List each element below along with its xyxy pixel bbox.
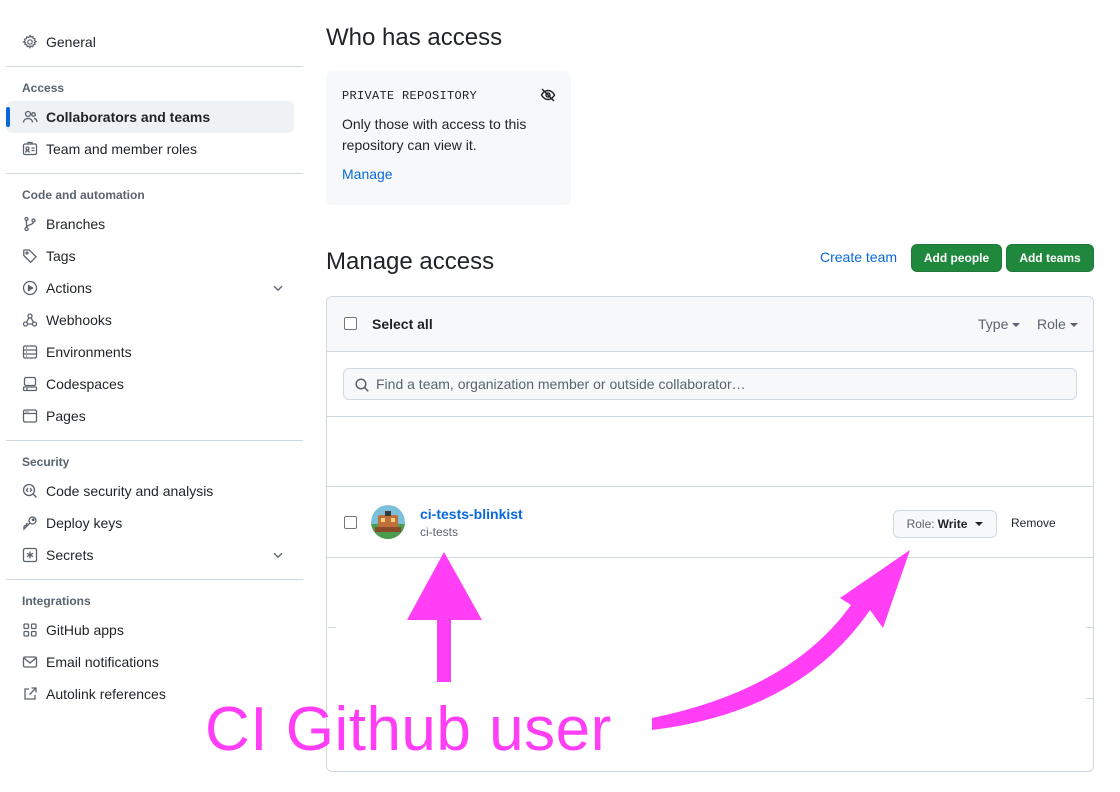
- sidebar-item-codespaces[interactable]: Codespaces: [6, 368, 303, 400]
- sidebar-item-label: Codespaces: [46, 376, 124, 392]
- group-title-security: Security: [22, 455, 70, 469]
- section-title: Manage access: [326, 248, 495, 275]
- webhook-icon: [22, 312, 38, 328]
- gear-icon: [22, 34, 38, 50]
- create-team-link[interactable]: Create team: [820, 249, 897, 265]
- role-dropdown-button[interactable]: Role: Write: [893, 510, 997, 538]
- codespaces-icon: [22, 376, 38, 392]
- visibility-description: Only those with access to this repositor…: [342, 116, 527, 153]
- sidebar-item-email-notifications[interactable]: Email notifications: [6, 646, 303, 678]
- eye-closed-icon: [540, 88, 556, 102]
- empty-row: [327, 417, 1093, 487]
- select-all-checkbox[interactable]: [344, 317, 357, 330]
- sidebar-item-collaborators-and-teams[interactable]: Collaborators and teams: [6, 101, 294, 133]
- key-icon: [22, 515, 38, 531]
- settings-sidebar: General Access Collaborators and teams T…: [6, 26, 303, 710]
- member-name-link[interactable]: ci-tests-blinkist: [420, 506, 523, 522]
- search-icon: [355, 378, 369, 392]
- remove-member-button[interactable]: Remove: [1011, 516, 1056, 530]
- server-icon: [22, 344, 38, 360]
- id-badge-icon: [22, 141, 38, 157]
- people-icon: [22, 109, 38, 125]
- member-row: ci-tests-blinkist ci-tests Role: Write Re…: [327, 487, 1093, 558]
- sidebar-item-label: Pages: [46, 408, 86, 424]
- sidebar-item-label: Deploy keys: [46, 515, 123, 531]
- play-icon: [22, 280, 38, 296]
- search-placeholder: Find a team, organization member or outs…: [376, 376, 746, 392]
- search-row: Find a team, organization member or outs…: [327, 352, 1093, 417]
- sidebar-item-pages[interactable]: Pages: [6, 400, 303, 432]
- group-title-integrations: Integrations: [22, 594, 91, 608]
- group-title-access: Access: [22, 81, 65, 95]
- sidebar-item-label: Webhooks: [46, 312, 112, 328]
- tag-icon: [22, 248, 38, 264]
- divider: [1086, 627, 1094, 628]
- type-filter-dropdown[interactable]: Type: [978, 316, 1021, 332]
- sidebar-item-webhooks[interactable]: Webhooks: [6, 304, 303, 336]
- search-input[interactable]: Find a team, organization member or outs…: [343, 368, 1077, 400]
- sidebar-item-branches[interactable]: Branches: [6, 208, 303, 240]
- add-teams-button[interactable]: Add teams: [1006, 244, 1094, 272]
- page-title: Who has access: [326, 24, 503, 51]
- divider: [1086, 698, 1094, 699]
- sidebar-item-github-apps[interactable]: GitHub apps: [6, 614, 303, 646]
- sidebar-item-label: General: [46, 34, 96, 50]
- sidebar-item-general[interactable]: General: [6, 26, 303, 58]
- sidebar-item-team-and-member-roles[interactable]: Team and member roles: [6, 133, 303, 165]
- annotation-label: CI Github user: [205, 695, 612, 764]
- sidebar-item-label: Branches: [46, 216, 106, 232]
- avatar[interactable]: [371, 505, 405, 539]
- chevron-down-icon[interactable]: [271, 281, 285, 295]
- member-subtitle: ci-tests: [420, 525, 459, 539]
- visibility-label: PRIVATE REPOSITORY: [342, 89, 478, 103]
- caret-down-icon: [1069, 323, 1078, 328]
- sidebar-item-label: Code security and analysis: [46, 483, 214, 499]
- sidebar-item-label: Team and member roles: [46, 141, 197, 157]
- sidebar-item-environments[interactable]: Environments: [6, 336, 303, 368]
- git-branch-icon: [22, 216, 38, 232]
- sidebar-item-label: Email notifications: [46, 654, 159, 670]
- apps-icon: [22, 622, 38, 638]
- mail-icon: [22, 654, 38, 670]
- sidebar-item-label: Secrets: [46, 547, 94, 563]
- add-people-button[interactable]: Add people: [911, 244, 1002, 272]
- link-external-icon: [22, 686, 38, 702]
- select-all-label: Select all: [372, 316, 433, 332]
- sidebar-item-label: Environments: [46, 344, 132, 360]
- access-list-header: Select all Type Role: [327, 297, 1093, 352]
- divider: [6, 173, 303, 174]
- codescan-icon: [22, 483, 38, 499]
- sidebar-item-label: Collaborators and teams: [46, 109, 211, 125]
- divider: [6, 66, 303, 67]
- visibility-card: PRIVATE REPOSITORY Only those with acces…: [326, 71, 571, 205]
- sidebar-item-label: Tags: [46, 248, 76, 264]
- role-label: Role:: [906, 517, 935, 531]
- member-checkbox[interactable]: [344, 516, 357, 529]
- caret-down-icon: [1012, 323, 1021, 328]
- group-title-code-and-automation: Code and automation: [22, 188, 145, 202]
- role-filter-label: Role: [1037, 316, 1066, 332]
- sidebar-item-code-security-and-analysis[interactable]: Code security and analysis: [6, 475, 303, 507]
- role-filter-dropdown[interactable]: Role: [1037, 316, 1078, 332]
- manage-visibility-link[interactable]: Manage: [342, 166, 393, 182]
- sidebar-item-deploy-keys[interactable]: Deploy keys: [6, 507, 303, 539]
- divider: [6, 440, 303, 441]
- sidebar-item-actions[interactable]: Actions: [6, 272, 303, 304]
- type-filter-label: Type: [978, 316, 1009, 332]
- caret-down-icon: [975, 522, 984, 526]
- divider: [328, 627, 336, 628]
- sidebar-item-label: Autolink references: [46, 686, 166, 702]
- browser-icon: [22, 408, 38, 424]
- sidebar-item-secrets[interactable]: Secrets: [6, 539, 303, 571]
- divider: [6, 579, 303, 580]
- asterisk-icon: [22, 547, 38, 563]
- role-value: Write: [937, 517, 968, 531]
- sidebar-item-tags[interactable]: Tags: [6, 240, 303, 272]
- chevron-down-icon[interactable]: [271, 548, 285, 562]
- sidebar-item-label: GitHub apps: [46, 622, 124, 638]
- sidebar-item-label: Actions: [46, 280, 92, 296]
